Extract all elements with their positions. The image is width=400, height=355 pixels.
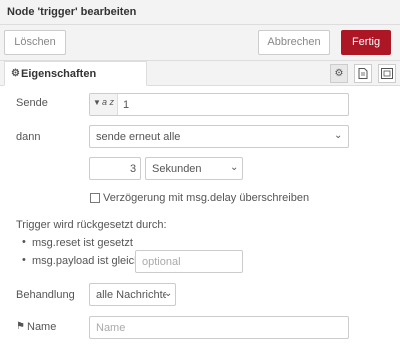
caret-down-icon: ▼ [93, 98, 101, 107]
then-value: sende erneut alle [96, 131, 181, 143]
payload-placeholder: optional [142, 256, 181, 268]
interval-unit-value: Sekunden [152, 163, 202, 175]
gear-icon: ⚙ [334, 68, 344, 79]
tray-toolbar: Löschen Abbrechen Fertig [0, 25, 400, 61]
override-delay-label: Verzögerung mit msg.delay überschreiben [103, 192, 310, 204]
then-label: dann [16, 131, 41, 143]
send-type-selector[interactable]: ▼ a z [90, 94, 118, 115]
name-input[interactable]: Name [89, 316, 349, 339]
bullet-icon: • [22, 236, 26, 248]
interval-unit-select[interactable]: Sekunden ⌄ [145, 157, 243, 180]
reset-prop-label: msg.reset ist gesetzt [32, 237, 133, 249]
done-button[interactable]: Fertig [341, 30, 391, 55]
reset-heading: Trigger wird rückgesetzt durch: [16, 219, 167, 231]
handling-label: Behandlung [16, 289, 75, 301]
tag-icon: ⚑ [16, 321, 25, 332]
name-placeholder: Name [96, 322, 126, 334]
string-type-icon: a z [102, 97, 115, 107]
tab-properties[interactable]: ⚙ Eigenschaften [4, 61, 147, 86]
properties-form: Sende ▼ a z 1 dann sende erneut alle ⌄ 3… [0, 86, 400, 355]
interval-value: 3 [130, 163, 137, 175]
settings-tab-icon[interactable]: ⚙ [330, 64, 348, 83]
tray-title: Node 'trigger' bearbeiten [7, 6, 137, 18]
send-label: Sende [16, 97, 48, 109]
cancel-button[interactable]: Abbrechen [258, 30, 330, 55]
gear-icon: ⚙ [11, 68, 20, 79]
payload-reset-input[interactable]: optional [135, 250, 243, 273]
tab-bar: ⚙ Eigenschaften ⚙ [0, 61, 400, 86]
bullet-icon: • [22, 254, 26, 266]
send-value-input[interactable]: ▼ a z 1 [89, 93, 349, 116]
handling-value: alle Nachrichte [96, 289, 166, 301]
send-value: 1 [123, 99, 130, 111]
appearance-tab-icon[interactable] [378, 64, 396, 83]
name-label: Name [27, 321, 57, 333]
override-delay-checkbox[interactable] [90, 193, 100, 203]
description-tab-icon[interactable] [354, 64, 372, 83]
chevron-down-icon: ⌄ [164, 288, 173, 299]
tray-header: Node 'trigger' bearbeiten [0, 0, 400, 25]
handling-select[interactable]: alle Nachrichte ⌄ [89, 283, 176, 306]
tab-properties-label: Eigenschaften [21, 68, 97, 80]
payload-prop-label: msg.payload ist gleich [32, 255, 141, 267]
chevron-down-icon: ⌄ [334, 130, 343, 141]
document-icon [358, 68, 368, 79]
interval-input[interactable]: 3 [89, 157, 141, 180]
chevron-down-icon: ⌄ [230, 162, 239, 173]
then-select[interactable]: sende erneut alle ⌄ [89, 125, 349, 148]
layout-icon [381, 68, 393, 79]
delete-button[interactable]: Löschen [4, 30, 66, 55]
